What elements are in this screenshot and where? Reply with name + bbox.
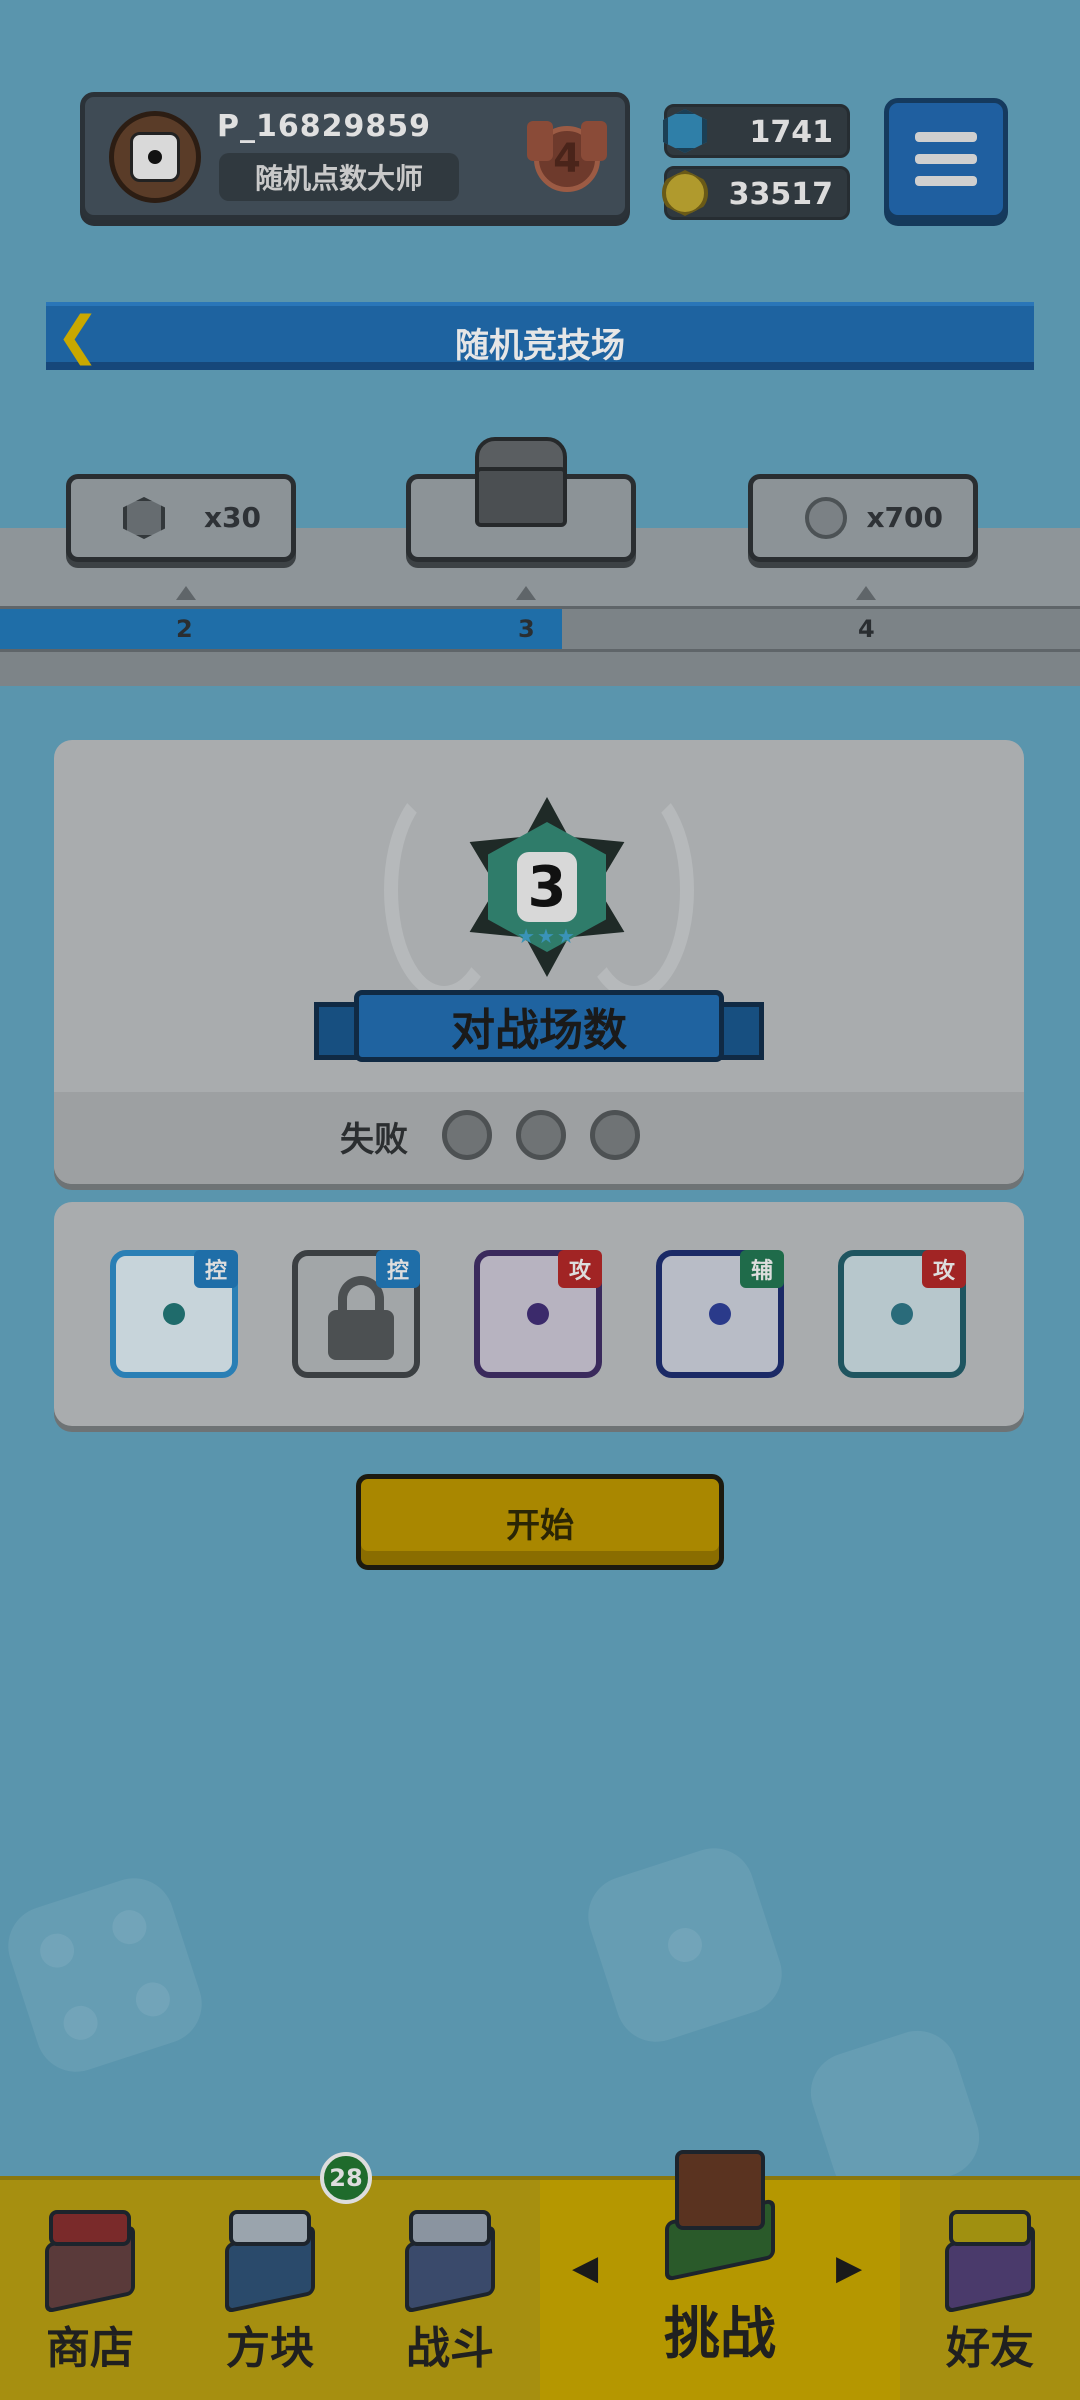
reward-slot[interactable]: x700: [748, 474, 978, 562]
hamburger-menu-icon: [915, 132, 977, 142]
stage-marker: [516, 586, 536, 600]
page-title: 随机竞技场: [455, 326, 625, 366]
dice-type-tag: 攻: [922, 1250, 966, 1288]
nav-label: 商店: [46, 2323, 134, 2374]
next-arrow-icon[interactable]: ▶: [836, 2248, 862, 2288]
moon-dice-icon: [709, 1303, 731, 1325]
reward-track-base: [0, 652, 1080, 686]
die-avatar-icon: [130, 132, 180, 182]
coin-counter[interactable]: 33517: [662, 166, 850, 220]
player-name: P_16829859: [217, 109, 431, 144]
nav-friends[interactable]: 好友: [900, 2180, 1080, 2400]
stage-number: 4: [858, 615, 875, 643]
typhoon-dice-icon: [891, 1303, 913, 1325]
gem-counter[interactable]: 1741: [663, 104, 850, 158]
stage-progress-fill: [0, 609, 562, 649]
blue-gem-icon: [655, 101, 715, 161]
gold-coin-icon: [655, 163, 715, 223]
silver-gem-icon: [123, 497, 165, 539]
nav-dice[interactable]: 方块: [180, 2180, 360, 2400]
nav-label: 好友: [946, 2323, 1034, 2374]
treasure-chest-icon: [461, 427, 581, 537]
dice-box-icon: [215, 2204, 325, 2314]
blizzard-dice-icon: [163, 1303, 185, 1325]
battle-icon: [395, 2204, 505, 2314]
battle-count-card: 3 ★★★ 对战场数 失败: [54, 740, 1024, 1184]
reward-slot[interactable]: x30: [66, 474, 296, 562]
avatar[interactable]: [109, 111, 201, 203]
nav-challenge[interactable]: 挑战: [540, 2150, 900, 2400]
shop-icon: [35, 2204, 145, 2314]
nav-shop[interactable]: 商店: [0, 2180, 180, 2400]
dice-slot[interactable]: 攻: [838, 1250, 966, 1378]
loss-slot: [516, 1110, 566, 1160]
nav-label: 战斗: [406, 2323, 494, 2374]
reward-amount: x30: [203, 501, 261, 534]
start-button[interactable]: 开始: [356, 1474, 724, 1570]
reward-slot[interactable]: [406, 437, 636, 562]
nav-label: 方块: [226, 2323, 314, 2374]
background-die: [0, 1867, 213, 2083]
player-profile-card[interactable]: P_16829859 随机点数大师 4: [80, 92, 630, 220]
challenge-icon: [655, 2140, 785, 2290]
player-title: 随机点数大师: [219, 153, 459, 201]
dice-slot[interactable]: 控: [292, 1250, 420, 1378]
silver-coin-icon: [805, 497, 847, 539]
stage-number: 2: [176, 615, 193, 643]
battle-count-label: 对战场数: [354, 990, 724, 1062]
dice-slot[interactable]: 控: [110, 1250, 238, 1378]
stage-progress-bar: 2 3 4: [0, 606, 1080, 652]
loss-slot: [442, 1110, 492, 1160]
dice-type-tag: 攻: [558, 1250, 602, 1288]
rank-badge[interactable]: 4: [523, 117, 611, 201]
stage-marker: [176, 586, 196, 600]
dice-slot[interactable]: 辅: [656, 1250, 784, 1378]
loss-label: 失败: [340, 1120, 408, 1160]
dice-type-tag: 控: [194, 1250, 238, 1288]
bottom-navigation: 商店 方块 战斗 挑战 好友: [0, 2150, 1080, 2400]
menu-button[interactable]: [884, 98, 1008, 220]
coin-amount: 33517: [728, 177, 833, 212]
stars-icon: ★★★: [517, 924, 577, 948]
title-banner: ❮ 随机竞技场: [46, 302, 1034, 370]
friends-icon: [935, 2204, 1045, 2314]
stage-marker: [856, 586, 876, 600]
background-die: [577, 1837, 793, 2053]
rank-value: 4: [553, 136, 581, 182]
gem-amount: 1741: [749, 115, 834, 150]
dice-slot[interactable]: 攻: [474, 1250, 602, 1378]
arrow-dice-icon: [527, 1303, 549, 1325]
battle-count-emblem: 3 ★★★: [462, 792, 632, 982]
lock-icon: [328, 1310, 394, 1360]
battle-count: 3: [517, 852, 577, 922]
reward-amount: x700: [866, 501, 943, 534]
previous-arrow-icon[interactable]: ◀: [572, 2248, 598, 2288]
nav-label: 挑战: [664, 2302, 776, 2367]
dice-type-tag: 辅: [740, 1250, 784, 1288]
stage-number: 3: [518, 615, 535, 643]
dice-deck: 控 控 攻 辅 攻: [54, 1202, 1024, 1426]
notification-badge: 28: [320, 2152, 372, 2204]
dice-type-tag: 控: [376, 1250, 420, 1288]
nav-battle[interactable]: 战斗: [360, 2180, 540, 2400]
loss-slot: [590, 1110, 640, 1160]
